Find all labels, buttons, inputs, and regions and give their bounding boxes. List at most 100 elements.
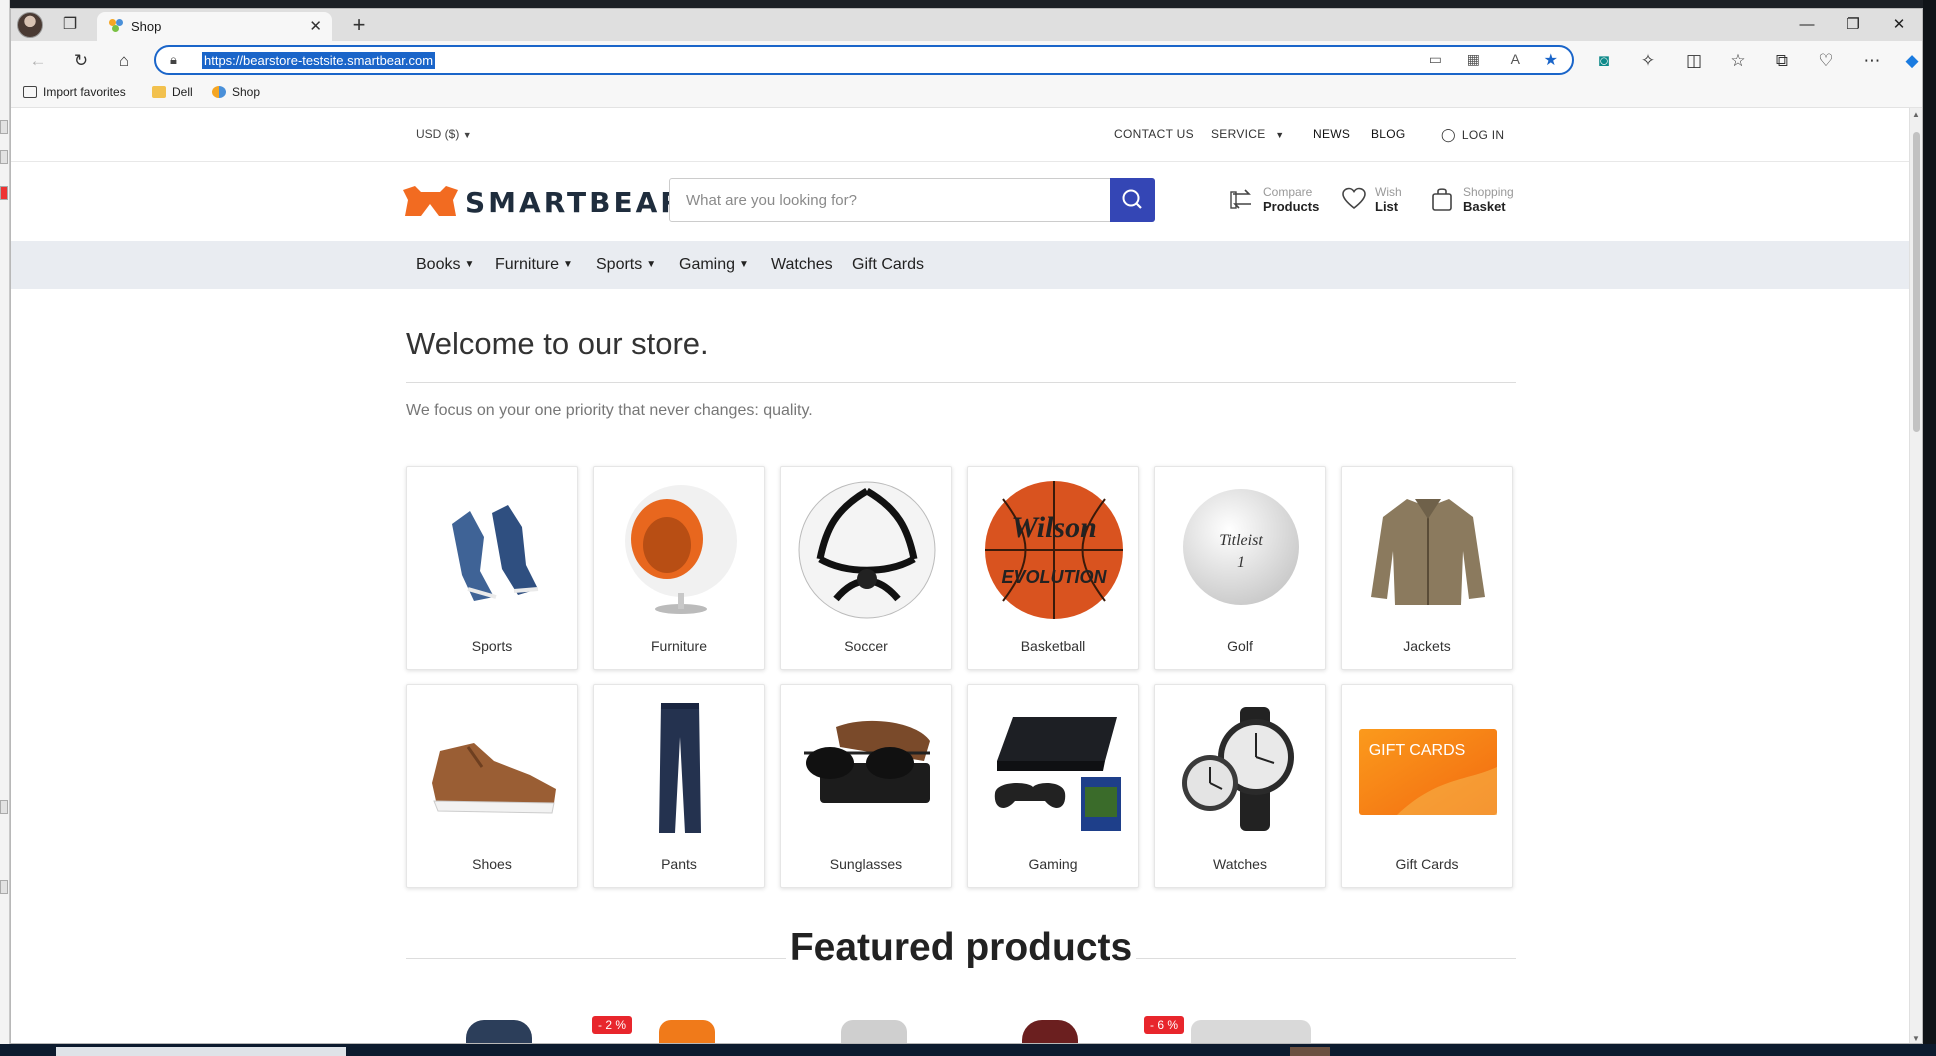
welcome-text: We focus on your one priority that never… bbox=[406, 402, 813, 419]
qr-code-icon[interactable]: ▦ bbox=[1467, 51, 1480, 68]
category-label: Golf bbox=[1227, 638, 1253, 654]
new-tab-button[interactable]: + bbox=[346, 12, 372, 38]
shopping-basket[interactable]: Shopping Basket bbox=[1429, 182, 1519, 218]
close-window-button[interactable]: ✕ bbox=[1876, 9, 1922, 41]
category-tile-basketball[interactable]: Wilson EVOLUTION Basketball bbox=[967, 466, 1139, 670]
category-tile-shoes[interactable]: Shoes bbox=[406, 684, 578, 888]
favorites-item-shop[interactable]: Shop bbox=[212, 85, 260, 99]
favorites-item-dell[interactable]: Dell bbox=[152, 85, 193, 99]
search-input[interactable] bbox=[670, 179, 1110, 221]
category-tile-gaming[interactable]: Gaming bbox=[967, 684, 1139, 888]
nav-item-gift-cards[interactable]: Gift Cards bbox=[852, 256, 924, 274]
browser-window: ❐ Shop ✕ + — ❐ ✕ ← ↻ ⌂ 🔒︎ https://bearst… bbox=[10, 8, 1923, 1044]
featured-products-title: Featured products bbox=[789, 926, 1133, 969]
sneakers-image bbox=[452, 505, 539, 601]
profile-avatar[interactable] bbox=[17, 12, 43, 38]
game-console-image bbox=[994, 717, 1121, 831]
contact-us-link[interactable]: CONTACT US bbox=[1114, 127, 1194, 141]
split-screen-icon[interactable]: ◫ bbox=[1683, 50, 1705, 72]
folder-icon bbox=[152, 86, 166, 98]
category-tile-gift-cards[interactable]: GIFT CARDS Gift Cards bbox=[1341, 684, 1513, 888]
soccer-ball-image bbox=[798, 481, 936, 619]
chevron-down-icon: ▼ bbox=[464, 259, 475, 270]
more-menu-icon[interactable]: ⋯ bbox=[1861, 50, 1883, 72]
login-link[interactable]: ◯ LOG IN bbox=[1441, 127, 1504, 143]
discount-badge: - 2 % bbox=[592, 1016, 633, 1034]
collections-icon[interactable]: ⧉ bbox=[1771, 50, 1793, 72]
gift-card-image: GIFT CARDS bbox=[1359, 729, 1497, 815]
product-image-peek[interactable] bbox=[659, 1020, 715, 1043]
copilot-icon[interactable]: ◆ bbox=[1901, 50, 1922, 72]
nav-item-watches[interactable]: Watches bbox=[771, 256, 833, 274]
extensions-puzzle-icon[interactable]: ✧ bbox=[1637, 50, 1659, 72]
nav-item-books[interactable]: Books ▼ bbox=[416, 256, 474, 274]
shop-favicon-icon bbox=[212, 86, 226, 98]
blog-link[interactable]: BLOG bbox=[1371, 127, 1406, 141]
category-tile-pants[interactable]: Pants bbox=[593, 684, 765, 888]
news-link[interactable]: NEWS bbox=[1313, 127, 1350, 141]
restore-button[interactable]: ❐ bbox=[1830, 9, 1876, 41]
category-tile-golf[interactable]: Titleist 1 Golf bbox=[1154, 466, 1326, 670]
address-bar[interactable]: 🔒︎ https://bearstore-testsite.smartbear.… bbox=[154, 45, 1574, 75]
gift-card-text: GIFT CARDS bbox=[1369, 742, 1466, 759]
scroll-down-icon[interactable]: ▼ bbox=[1912, 1034, 1920, 1043]
favorites-bar: Import favorites Dell Shop bbox=[11, 79, 1922, 108]
basketball-model-text: EVOLUTION bbox=[1001, 567, 1107, 587]
category-tile-furniture[interactable]: Furniture bbox=[593, 466, 765, 670]
scrollbar-thumb[interactable] bbox=[1913, 132, 1920, 432]
browser-toolbar: ← ↻ ⌂ 🔒︎ https://bearstore-testsite.smar… bbox=[11, 41, 1922, 79]
title-bar: ❐ Shop ✕ + — ❐ ✕ bbox=[11, 9, 1922, 41]
favorites-item-import[interactable]: Import favorites bbox=[23, 85, 126, 99]
chevron-down-icon: ▼ bbox=[462, 130, 472, 140]
discount-badge: - 6 % bbox=[1144, 1016, 1185, 1034]
service-link[interactable]: SERVICE ▼ bbox=[1211, 127, 1284, 141]
lock-icon[interactable]: 🔒︎ bbox=[170, 52, 177, 68]
read-aloud-icon[interactable]: A bbox=[1511, 51, 1520, 67]
minimize-button[interactable]: — bbox=[1784, 9, 1830, 41]
user-icon: ◯ bbox=[1441, 127, 1456, 142]
search-button[interactable] bbox=[1110, 178, 1155, 222]
back-icon[interactable]: ← bbox=[27, 50, 49, 72]
currency-selector[interactable]: USD ($) ▼ bbox=[416, 127, 472, 141]
refresh-icon[interactable]: ↻ bbox=[70, 50, 92, 72]
product-image-peek[interactable] bbox=[841, 1020, 907, 1043]
url-text[interactable]: https://bearstore-testsite.smartbear.com bbox=[202, 52, 436, 69]
product-image-peek[interactable] bbox=[1191, 1020, 1311, 1043]
tab-actions-icon[interactable]: ❐ bbox=[59, 15, 81, 35]
category-label: Furniture bbox=[650, 638, 708, 654]
nav-item-gaming[interactable]: Gaming ▼ bbox=[679, 256, 749, 274]
browser-tab-shop[interactable]: Shop ✕ bbox=[97, 12, 332, 41]
shop-header: SMARTBEAR Compare Products bbox=[11, 162, 1911, 241]
favorite-star-icon[interactable]: ★ bbox=[1544, 50, 1558, 70]
nav-item-furniture[interactable]: Furniture ▼ bbox=[495, 256, 573, 274]
favorites-icon[interactable]: ☆ bbox=[1727, 50, 1749, 72]
category-tile-soccer[interactable]: Soccer bbox=[780, 466, 952, 670]
category-label: Basketball bbox=[1020, 638, 1086, 654]
app-available-icon[interactable]: ▭ bbox=[1429, 51, 1442, 68]
category-tile-sports[interactable]: Sports bbox=[406, 466, 578, 670]
nav-item-sports[interactable]: Sports ▼ bbox=[596, 256, 656, 274]
divider bbox=[406, 382, 1516, 383]
category-label: Shoes bbox=[472, 856, 512, 872]
scroll-up-icon[interactable]: ▲ bbox=[1912, 110, 1920, 119]
product-image-peek[interactable] bbox=[1022, 1020, 1078, 1043]
wish-list[interactable]: Wish List bbox=[1341, 182, 1411, 218]
tab-title: Shop bbox=[131, 19, 162, 34]
compare-products[interactable]: Compare Products bbox=[1229, 182, 1319, 218]
category-tile-watches[interactable]: Watches bbox=[1154, 684, 1326, 888]
product-image-peek[interactable] bbox=[466, 1020, 532, 1043]
category-tile-sunglasses[interactable]: Sunglasses bbox=[780, 684, 952, 888]
welcome-title: Welcome to our store. bbox=[406, 326, 709, 361]
pants-image bbox=[659, 703, 701, 833]
shop-favicon-icon bbox=[109, 19, 123, 33]
performance-icon[interactable]: ♡ bbox=[1815, 50, 1837, 72]
home-icon[interactable]: ⌂ bbox=[113, 50, 135, 72]
close-tab-icon[interactable]: ✕ bbox=[309, 17, 322, 35]
taskbar-item[interactable] bbox=[1290, 1047, 1330, 1056]
taskbar-item[interactable] bbox=[56, 1047, 346, 1056]
bear-logo-icon bbox=[403, 186, 458, 216]
page-scrollbar[interactable]: ▲ ▼ bbox=[1909, 108, 1922, 1043]
chevron-down-icon: ▼ bbox=[1275, 130, 1285, 140]
category-tile-jackets[interactable]: Jackets bbox=[1341, 466, 1513, 670]
extension-icon[interactable]: ◙ bbox=[1593, 50, 1615, 72]
